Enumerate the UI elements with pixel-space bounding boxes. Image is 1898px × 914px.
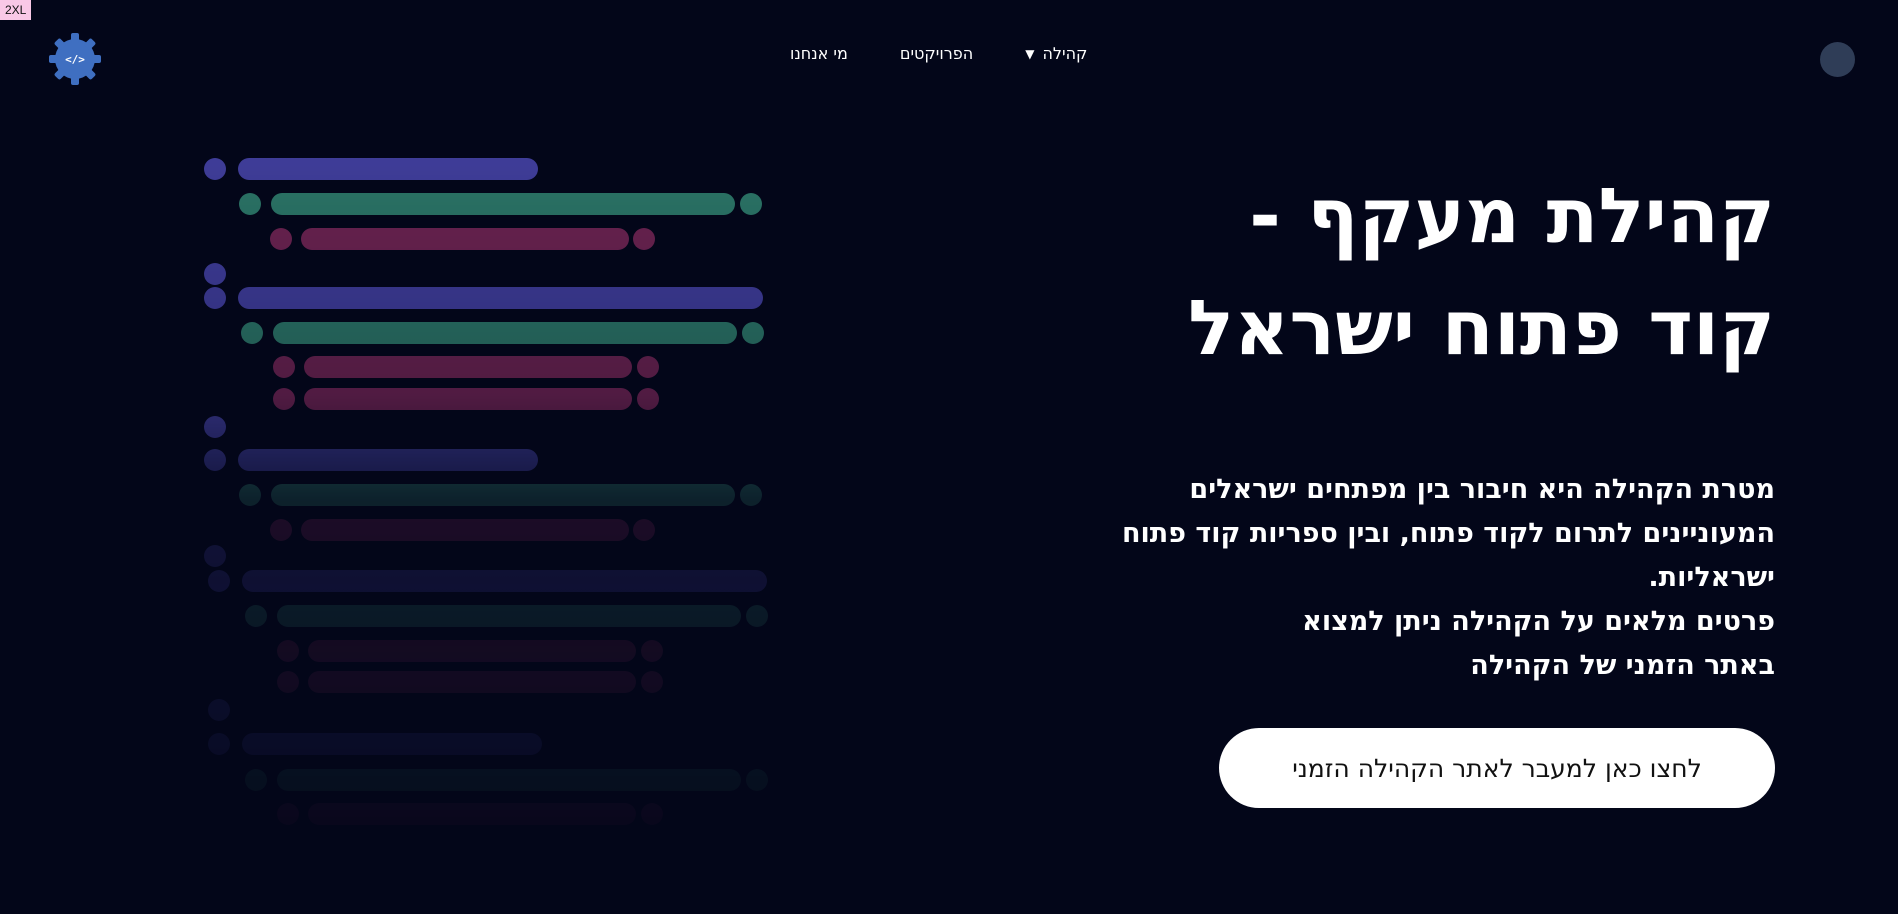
hero-description: מטרת הקהילה היא חיבור בין מפתחים ישראלים… bbox=[1121, 474, 1775, 681]
nav-item-projects[interactable]: הפרויקטים bbox=[900, 44, 973, 63]
nav-item-community[interactable]: קהילה ▼ bbox=[1025, 44, 1087, 63]
nav-item-about[interactable]: מי אנחנו bbox=[790, 44, 848, 63]
page-title-line-2: קוד פתוח ישראל bbox=[1188, 283, 1775, 372]
caret-down-icon: ▼ bbox=[1025, 46, 1035, 61]
page-title-line-1: קהילת מעקף - bbox=[1249, 171, 1775, 260]
nav-item-community-label: קהילה bbox=[1042, 44, 1088, 63]
logo-text: </> bbox=[65, 53, 85, 66]
main-nav: קהילה ▼ הפרויקטים מי אנחנו bbox=[790, 44, 1087, 63]
logo-gear-icon[interactable]: </> bbox=[48, 32, 102, 86]
avatar[interactable] bbox=[1820, 42, 1855, 77]
hero: קהילת מעקף - קוד פתוח ישראל מטרת הקהילה … bbox=[1015, 160, 1775, 688]
code-illustration bbox=[204, 158, 768, 825]
page-title: קהילת מעקף - קוד פתוח ישראל bbox=[1015, 160, 1775, 384]
breakpoint-badge: 2XL bbox=[0, 0, 32, 20]
community-site-button[interactable]: לחצו כאן למעבר לאתר הקהילה הזמני bbox=[1219, 728, 1775, 808]
